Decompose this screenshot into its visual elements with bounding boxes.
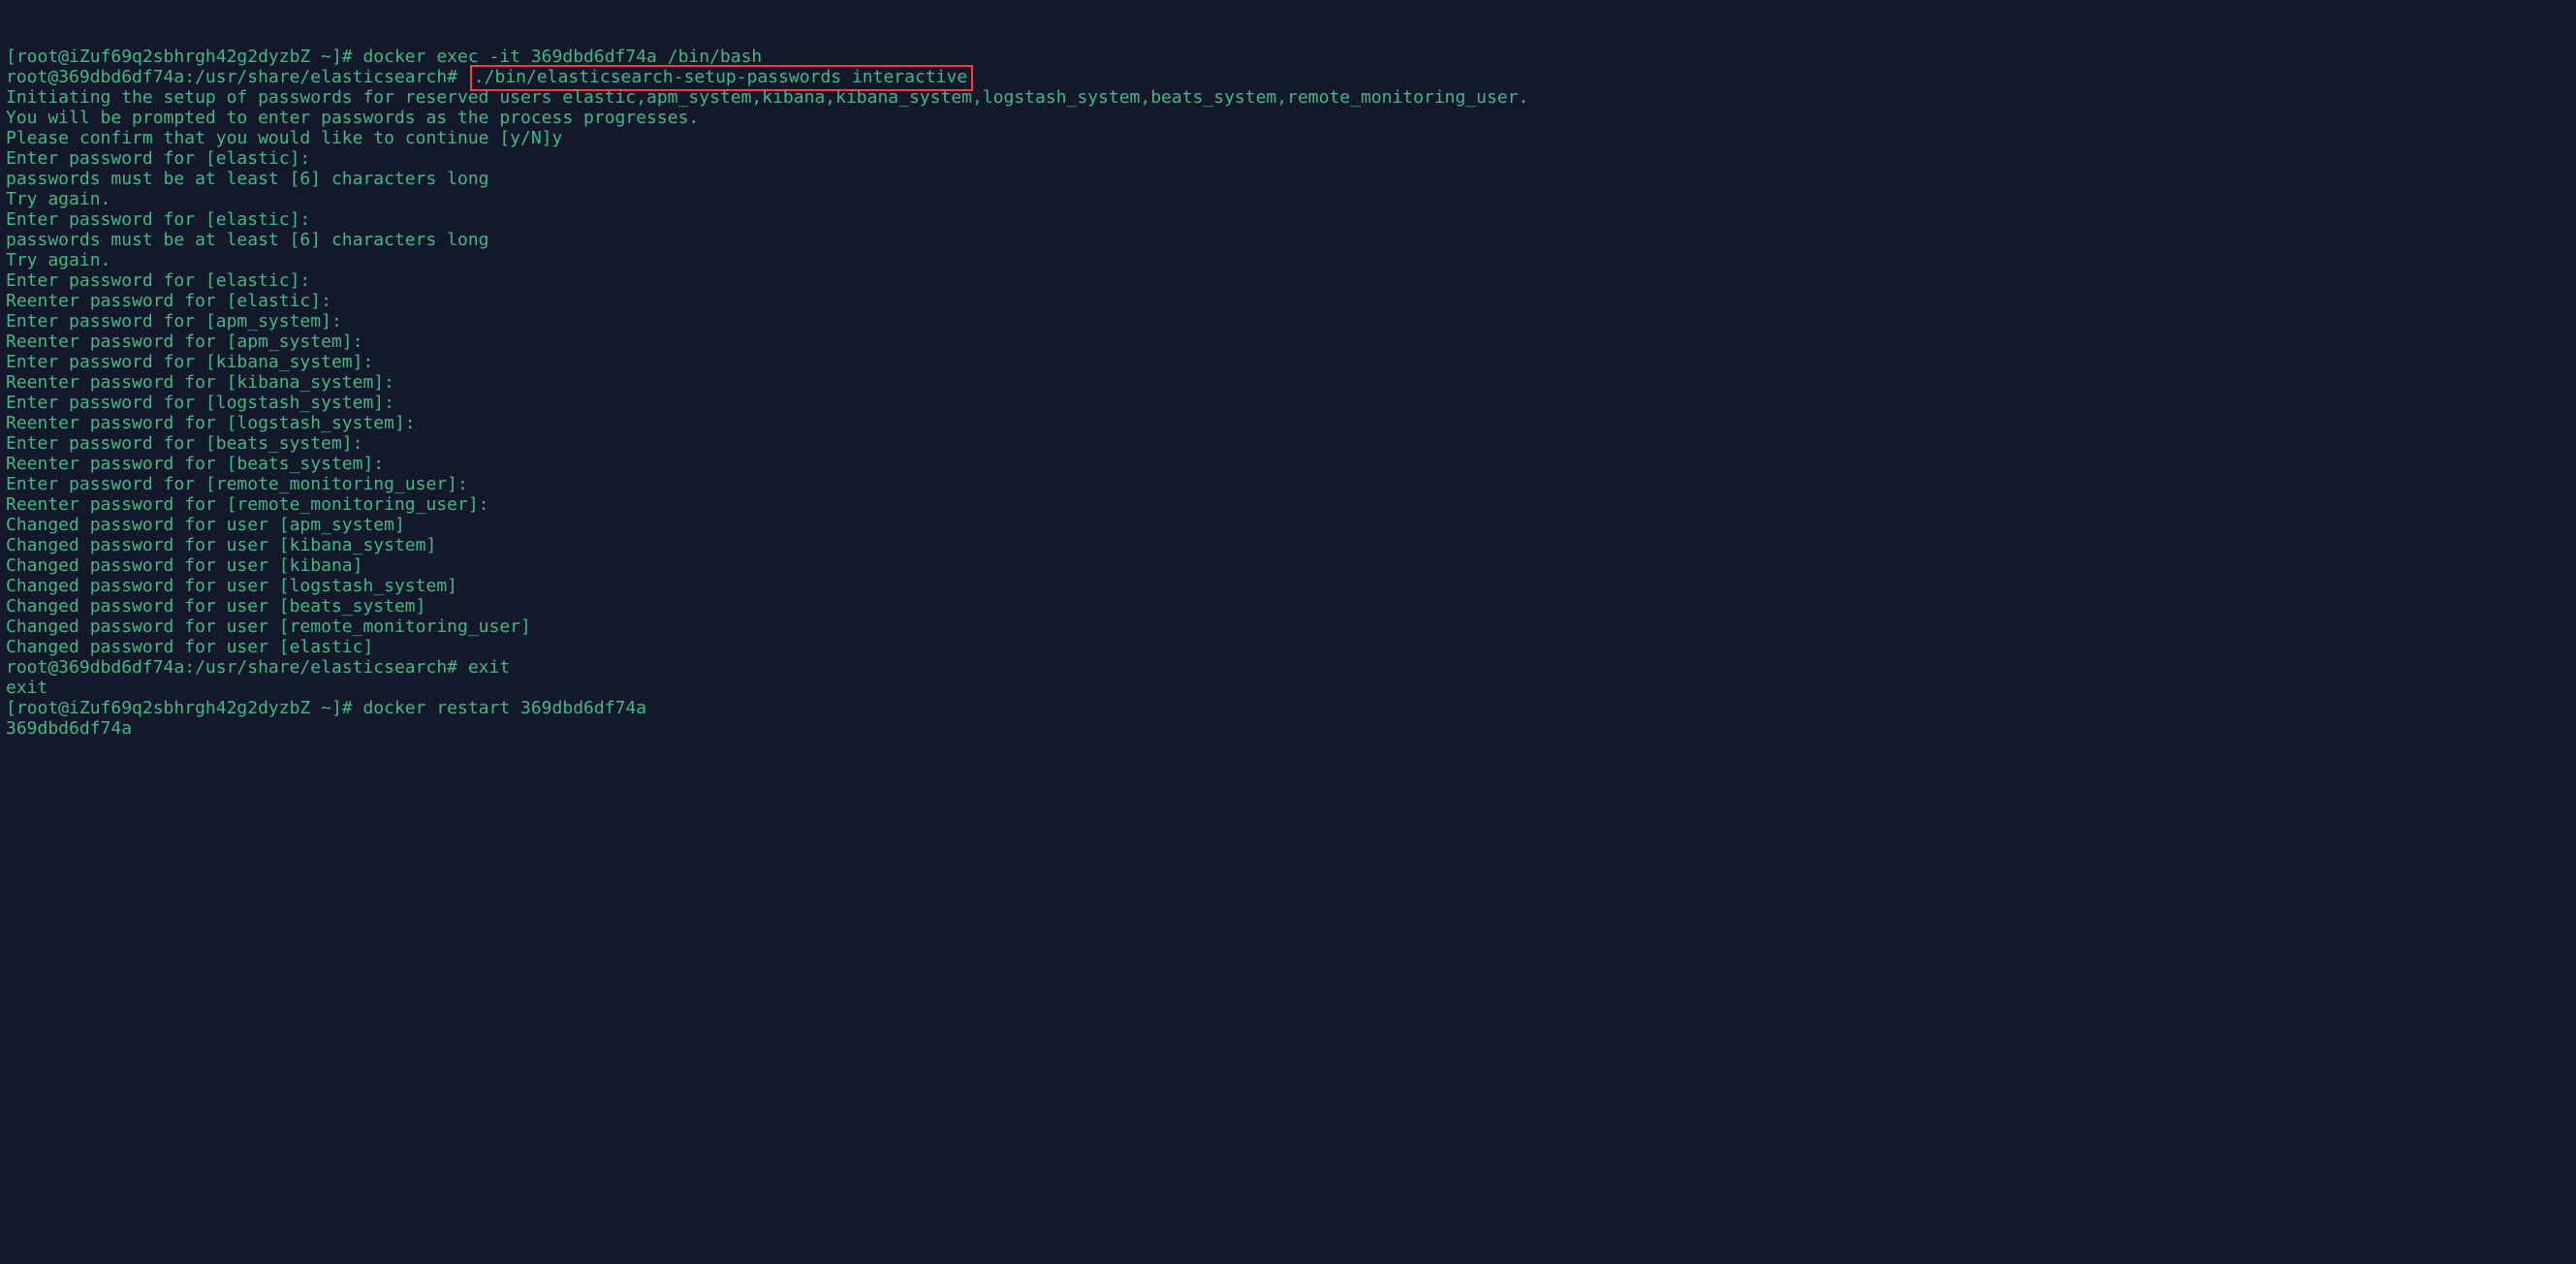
terminal-text: Reenter password for [logstash_system]:	[6, 413, 416, 433]
terminal-text: 369dbd6df74a	[6, 718, 132, 739]
terminal-text: Changed password for user [beats_system]	[6, 596, 425, 616]
terminal-text: Enter password for [apm_system]:	[6, 311, 342, 332]
terminal-line: Enter password for [logstash_system]:	[6, 393, 2570, 413]
terminal-text: passwords must be at least [6] character…	[6, 169, 489, 189]
terminal-line: You will be prompted to enter passwords …	[6, 108, 2570, 128]
terminal-text: Changed password for user [kibana_system…	[6, 535, 436, 555]
terminal-viewport[interactable]: [root@iZuf69q2sbhrgh42g2dyzbZ ~]# docker…	[0, 0, 2576, 744]
terminal-line: Enter password for [remote_monitoring_us…	[6, 474, 2570, 494]
terminal-line: passwords must be at least [6] character…	[6, 169, 2570, 189]
terminal-text: [root@iZuf69q2sbhrgh42g2dyzbZ ~]# docker…	[6, 47, 762, 67]
terminal-line: root@369dbd6df74a:/usr/share/elasticsear…	[6, 657, 2570, 678]
terminal-text: Changed password for user [elastic]	[6, 637, 373, 657]
terminal-text: Reenter password for [elastic]:	[6, 291, 331, 311]
terminal-line: Enter password for [beats_system]:	[6, 433, 2570, 454]
terminal-line: Changed password for user [elastic]	[6, 637, 2570, 657]
terminal-text: Initiating the setup of passwords for re…	[6, 87, 1528, 108]
terminal-line: Enter password for [apm_system]:	[6, 311, 2570, 332]
terminal-line: Reenter password for [apm_system]:	[6, 332, 2570, 352]
terminal-line: root@369dbd6df74a:/usr/share/elasticsear…	[6, 67, 2570, 87]
terminal-text: You will be prompted to enter passwords …	[6, 108, 699, 128]
terminal-line: Changed password for user [remote_monito…	[6, 616, 2570, 637]
terminal-text: exit	[6, 678, 47, 698]
terminal-line: Changed password for user [logstash_syst…	[6, 576, 2570, 596]
terminal-text: root@369dbd6df74a:/usr/share/elasticsear…	[6, 657, 510, 678]
terminal-line: Please confirm that you would like to co…	[6, 128, 2570, 148]
terminal-text: Changed password for user [logstash_syst…	[6, 576, 457, 596]
terminal-text: Enter password for [elastic]:	[6, 148, 310, 169]
terminal-line: Enter password for [elastic]:	[6, 209, 2570, 230]
terminal-line: Changed password for user [kibana_system…	[6, 535, 2570, 555]
terminal-text: Enter password for [elastic]:	[6, 270, 310, 291]
terminal-text: Try again.	[6, 189, 110, 209]
terminal-text: passwords must be at least [6] character…	[6, 230, 489, 250]
terminal-line: Reenter password for [beats_system]:	[6, 454, 2570, 474]
terminal-line: Reenter password for [remote_monitoring_…	[6, 494, 2570, 515]
terminal-text: Reenter password for [beats_system]:	[6, 454, 384, 474]
terminal-text: Please confirm that you would like to co…	[6, 128, 562, 148]
terminal-line: Reenter password for [logstash_system]:	[6, 413, 2570, 433]
terminal-text: Enter password for [elastic]:	[6, 209, 310, 230]
terminal-line: Changed password for user [beats_system]	[6, 596, 2570, 616]
terminal-line: Enter password for [elastic]:	[6, 148, 2570, 169]
terminal-line: Changed password for user [apm_system]	[6, 515, 2570, 535]
terminal-text: Enter password for [logstash_system]:	[6, 393, 394, 413]
terminal-text: Reenter password for [remote_monitoring_…	[6, 494, 489, 515]
terminal-text: Changed password for user [remote_monito…	[6, 616, 531, 637]
terminal-line: passwords must be at least [6] character…	[6, 230, 2570, 250]
terminal-text: Changed password for user [apm_system]	[6, 515, 405, 535]
terminal-line: exit	[6, 678, 2570, 698]
terminal-line: [root@iZuf69q2sbhrgh42g2dyzbZ ~]# docker…	[6, 698, 2570, 718]
terminal-line: Reenter password for [elastic]:	[6, 291, 2570, 311]
terminal-text: Enter password for [beats_system]:	[6, 433, 362, 454]
terminal-text: Changed password for user [kibana]	[6, 555, 362, 576]
terminal-line: Changed password for user [kibana]	[6, 555, 2570, 576]
terminal-line: Initiating the setup of passwords for re…	[6, 87, 2570, 108]
terminal-line: Enter password for [elastic]:	[6, 270, 2570, 291]
terminal-text: root@369dbd6df74a:/usr/share/elasticsear…	[6, 67, 468, 87]
terminal-line: Enter password for [kibana_system]:	[6, 352, 2570, 372]
terminal-line: [root@iZuf69q2sbhrgh42g2dyzbZ ~]# docker…	[6, 47, 2570, 67]
terminal-text: Try again.	[6, 250, 110, 270]
terminal-text: Reenter password for [kibana_system]:	[6, 372, 394, 393]
terminal-text: [root@iZuf69q2sbhrgh42g2dyzbZ ~]# docker…	[6, 698, 646, 718]
terminal-text: Reenter password for [apm_system]:	[6, 332, 362, 352]
terminal-line: Reenter password for [kibana_system]:	[6, 372, 2570, 393]
terminal-line: Try again.	[6, 189, 2570, 209]
terminal-text: Enter password for [kibana_system]:	[6, 352, 373, 372]
terminal-line: 369dbd6df74a	[6, 718, 2570, 739]
terminal-text: Enter password for [remote_monitoring_us…	[6, 474, 468, 494]
terminal-line: Try again.	[6, 250, 2570, 270]
